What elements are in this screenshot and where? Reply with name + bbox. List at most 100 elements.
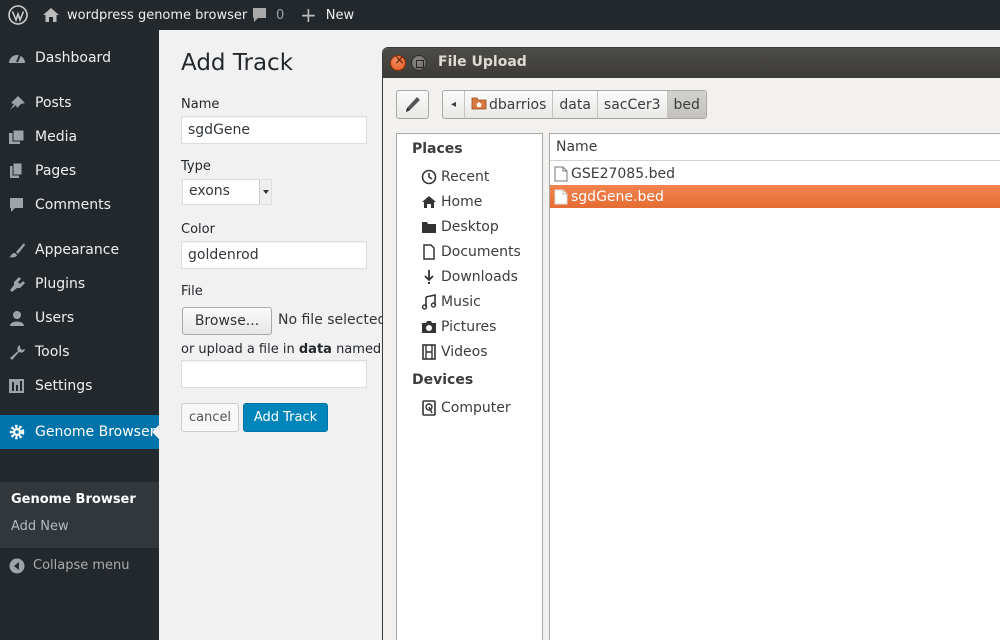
admin-bar: wordpress genome browser 0 + New (0, 0, 1000, 30)
admin-sidebar: Dashboard Posts Media Pages Comments App… (0, 30, 159, 640)
file-list: Name GSE27085.bed sgdGene.bed (549, 133, 1000, 640)
camera-icon (421, 319, 437, 335)
upload-filename-input[interactable] (181, 360, 367, 388)
collapse-arrow-icon (9, 558, 25, 578)
place-recent[interactable]: Recent (421, 166, 489, 188)
file-label: File (181, 284, 203, 299)
upload-note: or upload a file in data named: (181, 342, 386, 357)
plug-icon (8, 276, 26, 292)
type-location-button[interactable] (396, 90, 429, 119)
submenu-add-new[interactable]: Add New (11, 519, 69, 534)
file-upload-dialog: File Upload ◂ dbarrios data sacCer3 bed … (382, 47, 1000, 640)
path-bar: ◂ dbarrios data sacCer3 bed (442, 90, 707, 119)
path-back-button[interactable]: ◂ (443, 91, 465, 118)
file-row[interactable]: GSE27085.bed (550, 162, 1000, 185)
film-icon (421, 344, 437, 360)
file-name: GSE27085.bed (571, 165, 675, 182)
home-folder-icon (471, 96, 487, 114)
wordpress-logo-icon[interactable] (8, 0, 28, 30)
place-documents[interactable]: Documents (421, 241, 521, 263)
brush-icon (8, 242, 26, 258)
plus-icon: + (300, 3, 317, 27)
menu-comments[interactable]: Comments (0, 188, 159, 222)
dashboard-icon (8, 50, 26, 66)
color-label: Color (181, 222, 215, 237)
type-select[interactable]: exons (182, 179, 272, 205)
clock-icon (421, 169, 437, 185)
browse-button[interactable]: Browse... (182, 307, 272, 335)
place-downloads[interactable]: Downloads (421, 266, 518, 288)
comment-icon (8, 197, 26, 213)
places-sidebar: Places Recent Home Desktop Documents Dow… (396, 133, 543, 640)
drive-icon (421, 400, 437, 416)
gear-icon (8, 424, 26, 440)
music-icon (421, 294, 437, 310)
menu-appearance[interactable]: Appearance (0, 233, 159, 267)
current-indicator (152, 425, 159, 439)
comments-count: 0 (276, 7, 285, 23)
new-label: New (325, 7, 355, 23)
document-icon (421, 244, 437, 260)
menu-users[interactable]: Users (0, 301, 159, 335)
settings-icon (8, 378, 26, 394)
file-name: sgdGene.bed (571, 188, 664, 205)
menu-dashboard[interactable]: Dashboard (0, 41, 159, 75)
comments-link[interactable]: 0 (251, 0, 284, 30)
file-icon (554, 189, 568, 205)
path-crumb-data[interactable]: data (553, 91, 598, 118)
collapse-label: Collapse menu (33, 558, 130, 573)
menu-tools[interactable]: Tools (0, 335, 159, 369)
place-music[interactable]: Music (421, 291, 481, 313)
place-videos[interactable]: Videos (421, 341, 488, 363)
page-title: Add Track (181, 50, 294, 76)
download-icon (421, 269, 437, 285)
chevron-left-icon: ◂ (450, 99, 457, 110)
cancel-button[interactable]: cancel (181, 403, 239, 432)
chevron-down-icon (259, 180, 271, 204)
user-icon (8, 310, 26, 326)
menu-genome-browser[interactable]: Genome Browser (0, 415, 159, 449)
minimize-icon[interactable] (411, 55, 427, 71)
menu-media[interactable]: Media (0, 120, 159, 154)
dialog-title: File Upload (438, 54, 527, 70)
genome-browser-submenu: Genome Browser Add New (0, 482, 159, 548)
type-label: Type (181, 159, 211, 174)
pin-icon (8, 95, 26, 111)
path-crumb-saccer3[interactable]: sacCer3 (598, 91, 668, 118)
no-file-selected-text: No file selected. (278, 312, 391, 328)
path-crumb-bed[interactable]: bed (667, 91, 706, 118)
pages-icon (8, 162, 26, 179)
new-content-link[interactable]: + New (300, 0, 354, 30)
menu-posts[interactable]: Posts (0, 86, 159, 120)
close-icon[interactable] (390, 53, 406, 71)
pencil-icon (405, 96, 421, 117)
site-name: wordpress genome browser (67, 7, 248, 23)
device-computer[interactable]: Computer (421, 397, 511, 419)
media-icon (8, 129, 26, 145)
place-pictures[interactable]: Pictures (421, 316, 496, 338)
home-icon (421, 194, 437, 210)
wrench-icon (8, 344, 26, 360)
name-input[interactable]: sgdGene (181, 116, 367, 144)
dialog-titlebar[interactable]: File Upload (383, 48, 1000, 78)
place-desktop[interactable]: Desktop (421, 216, 499, 238)
type-selected-value: exons (189, 183, 230, 199)
folder-icon (421, 219, 437, 235)
site-home-link[interactable]: wordpress genome browser (42, 0, 247, 30)
color-input[interactable]: goldenrod (181, 241, 367, 269)
home-icon (42, 7, 60, 23)
places-header: Places (412, 141, 463, 157)
collapse-menu-button[interactable]: Collapse menu (0, 550, 159, 582)
add-track-button[interactable]: Add Track (243, 403, 328, 432)
devices-header: Devices (412, 372, 474, 388)
submenu-genome-browser[interactable]: Genome Browser (11, 492, 136, 507)
path-crumb-home[interactable]: dbarrios (465, 91, 554, 118)
name-label: Name (181, 97, 220, 112)
place-home[interactable]: Home (421, 191, 482, 213)
menu-settings[interactable]: Settings (0, 369, 159, 403)
menu-plugins[interactable]: Plugins (0, 267, 159, 301)
menu-pages[interactable]: Pages (0, 154, 159, 188)
file-row-selected[interactable]: sgdGene.bed (550, 185, 1000, 208)
comment-icon (251, 7, 268, 23)
name-column-header[interactable]: Name (550, 134, 1000, 161)
